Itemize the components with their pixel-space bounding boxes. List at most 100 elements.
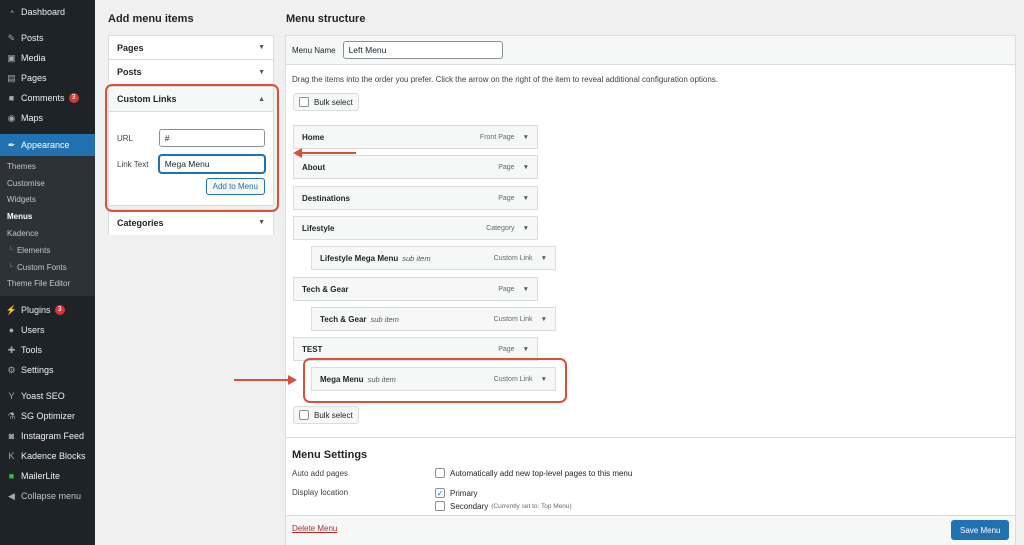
expand-arrow-icon[interactable]: ▼ xyxy=(523,286,529,293)
menu-item-title: About xyxy=(302,162,326,172)
pin-icon: ✎ xyxy=(7,32,16,43)
submenu-customise[interactable]: Customise xyxy=(0,175,95,192)
menu-name-input[interactable]: Left Menu xyxy=(342,41,503,59)
accordion-categories[interactable]: Categories ▼ xyxy=(109,210,273,235)
sidebar-item-label: Comments xyxy=(21,93,65,103)
sidebar-item-maps[interactable]: ◉ Maps xyxy=(0,108,95,128)
sidebar-item-sg-optimizer[interactable]: ⚗ SG Optimizer xyxy=(0,406,95,426)
menu-item-type: Page xyxy=(498,163,515,171)
menu-item-home[interactable]: Home Front Page ▼ xyxy=(293,125,538,149)
sidebar-item-label: Settings xyxy=(21,365,54,376)
sidebar-item-label: Plugins xyxy=(21,305,51,316)
footer-bar xyxy=(286,515,1015,545)
bulk-select-bottom[interactable]: Bulk select xyxy=(293,406,359,424)
sidebar-item-label: Yoast SEO xyxy=(21,391,65,402)
save-menu-button[interactable]: Save Menu xyxy=(951,520,1010,540)
sidebar-item-tools[interactable]: ✚ Tools xyxy=(0,340,95,360)
sidebar-item-label: Kadence Blocks xyxy=(21,451,86,462)
sidebar-item-label: Pages xyxy=(21,73,47,83)
bulk-select-top[interactable]: Bulk select xyxy=(293,93,359,111)
paintbrush-icon: ✒ xyxy=(7,139,16,150)
sidebar-item-label: Instagram Feed xyxy=(21,431,85,442)
menu-item-lifestyle-mega-menu[interactable]: Lifestyle Mega Menu sub item Custom Link ▼ xyxy=(311,246,556,270)
sidebar-item-users[interactable]: ● Users xyxy=(0,320,95,340)
bulk-select-checkbox[interactable] xyxy=(299,410,309,420)
menu-item-type: Page xyxy=(498,285,515,293)
caret-down-icon: ▼ xyxy=(258,68,265,76)
sidebar-item-label: Collapse menu xyxy=(21,491,82,502)
menu-item-destinations[interactable]: Destinations Page ▼ xyxy=(293,186,538,210)
accordion-label: Categories xyxy=(117,217,164,228)
secondary-checkbox[interactable] xyxy=(435,501,445,511)
primary-location[interactable]: ✓ Primary xyxy=(435,488,478,498)
menu-item-tech-gear[interactable]: Tech & Gear Page ▼ xyxy=(293,277,538,301)
primary-checkbox-checked[interactable]: ✓ xyxy=(435,488,445,498)
accordion-posts[interactable]: Posts ▼ xyxy=(109,60,273,84)
accordion-pages[interactable]: Pages ▼ xyxy=(109,36,273,60)
kadence-icon: K xyxy=(8,451,15,462)
menu-name-label: Menu Name xyxy=(292,45,336,55)
menu-item-title: Tech & Gear xyxy=(302,284,349,294)
menu-item-lifestyle[interactable]: Lifestyle Category ▼ xyxy=(293,216,538,240)
display-location-label: Display location xyxy=(292,488,349,497)
expand-arrow-icon[interactable]: ▼ xyxy=(523,164,529,171)
sidebar-item-kadence-blocks[interactable]: K Kadence Blocks xyxy=(0,446,95,466)
sidebar-item-yoast[interactable]: Y Yoast SEO xyxy=(0,386,95,406)
sidebar-item-label: Dashboard xyxy=(21,7,66,17)
menu-settings-heading: Menu Settings xyxy=(292,449,368,461)
submenu-label: Custom Fonts xyxy=(16,262,67,272)
sidebar-item-label: Posts xyxy=(21,33,44,43)
sidebar-item-comments[interactable]: ■ Comments 3 xyxy=(0,88,95,108)
sidebar-item-collapse[interactable]: ◀ Collapse menu xyxy=(0,486,95,506)
sidebar-item-appearance[interactable]: ✒ Appearance xyxy=(0,134,95,156)
plugins-count-badge: 3 xyxy=(54,305,65,316)
users-icon: ● xyxy=(8,325,15,336)
bulk-select-label: Bulk select xyxy=(314,97,353,107)
expand-arrow-icon[interactable]: ▼ xyxy=(523,225,529,232)
bulk-select-label: Bulk select xyxy=(314,410,353,420)
sidebar-item-pages[interactable]: ▤ Pages xyxy=(0,68,95,88)
sidebar-item-label: SG Optimizer xyxy=(21,411,76,422)
expand-arrow-icon[interactable]: ▼ xyxy=(523,346,529,353)
expand-arrow-icon[interactable]: ▼ xyxy=(523,195,529,202)
submenu-menus[interactable]: Menus xyxy=(0,208,95,225)
sidebar-item-plugins[interactable]: ⚡ Plugins 3 xyxy=(0,300,95,320)
plugin-icon: ⚡ xyxy=(5,304,18,315)
submenu-kadence[interactable]: Kadence xyxy=(0,225,95,242)
secondary-location[interactable]: Secondary (Currently set to: Top Menu) xyxy=(435,501,572,511)
auto-add-option[interactable]: Automatically add new top-level pages to… xyxy=(435,468,632,478)
expand-arrow-icon[interactable]: ▼ xyxy=(523,134,529,141)
menu-item-title: Lifestyle Mega Menu xyxy=(320,254,399,263)
expand-arrow-icon[interactable]: ▼ xyxy=(541,255,547,262)
delete-menu-link[interactable]: Delete Menu xyxy=(292,524,337,533)
auto-add-pages-label: Auto add pages xyxy=(292,469,349,478)
expand-arrow-icon[interactable]: ▼ xyxy=(541,316,547,323)
auto-add-checkbox[interactable] xyxy=(435,468,445,478)
menu-item-tech-gear-sub[interactable]: Tech & Gear sub item Custom Link ▼ xyxy=(311,307,556,331)
sidebar-item-label: MailerLite xyxy=(21,471,61,482)
mailerlite-icon: ■ xyxy=(8,471,15,482)
add-menu-items-heading: Add menu items xyxy=(108,13,194,25)
submenu-theme-file-editor[interactable]: Theme File Editor xyxy=(0,276,95,293)
submenu-elements[interactable]: └ Elements xyxy=(0,242,95,259)
sidebar-item-posts[interactable]: ✎ Posts xyxy=(0,28,95,48)
secondary-label: Secondary xyxy=(450,501,489,511)
sidebar-item-media[interactable]: ▣ Media xyxy=(0,48,95,68)
media-icon: ▣ xyxy=(7,52,16,63)
submenu-custom-fonts[interactable]: └ Custom Fonts xyxy=(0,259,95,276)
sidebar-item-dashboard[interactable]: ◔ Dashboard xyxy=(0,2,95,22)
tools-icon: ✚ xyxy=(7,344,16,355)
sg-optimizer-icon: ⚗ xyxy=(7,410,16,421)
sidebar-item-instagram-feed[interactable]: ◙ Instagram Feed xyxy=(0,426,95,446)
submenu-themes[interactable]: Themes xyxy=(0,158,95,175)
submenu-widgets[interactable]: Widgets xyxy=(0,192,95,209)
sub-item-label: sub item xyxy=(370,315,399,324)
secondary-note: (Currently set to: Top Menu) xyxy=(491,502,572,510)
red-arrow-left-icon xyxy=(293,148,356,158)
bulk-select-checkbox[interactable] xyxy=(299,97,309,107)
sidebar-item-mailerlite[interactable]: ■ MailerLite xyxy=(0,466,95,486)
sidebar-item-settings[interactable]: ⚙ Settings xyxy=(0,360,95,380)
sub-item-label: sub item xyxy=(402,254,431,263)
sidebar-item-label: Appearance xyxy=(21,140,70,150)
pages-icon: ▤ xyxy=(7,72,16,83)
